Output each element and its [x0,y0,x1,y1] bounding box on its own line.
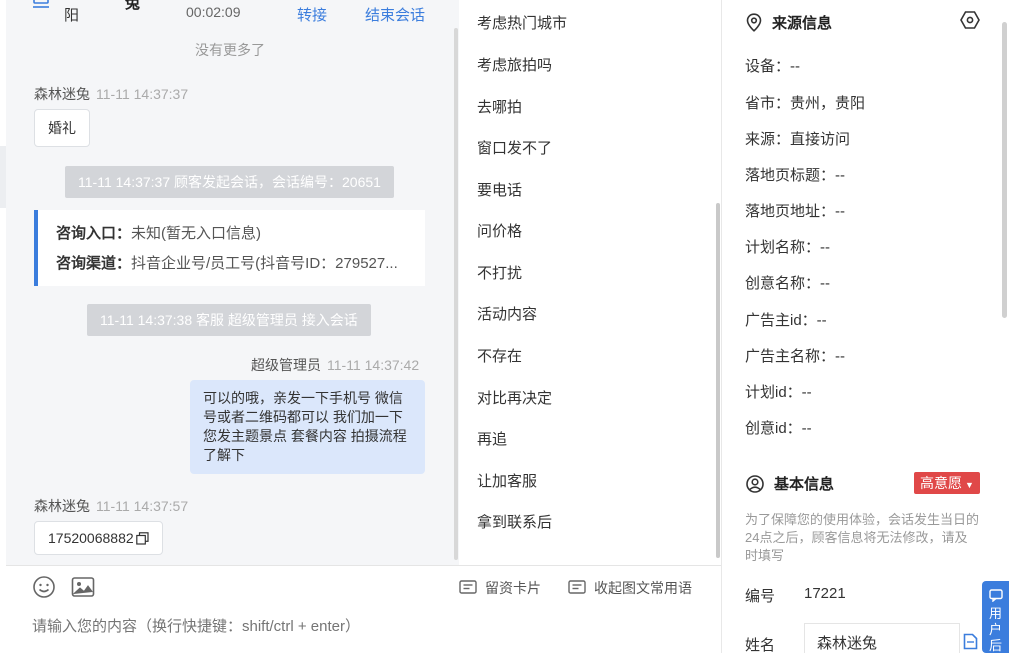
phrase-item[interactable]: 去哪拍 [477,96,522,117]
phone-number-text: 17520068882 [48,530,134,546]
end-session-button[interactable]: 结束会话 [365,4,425,25]
system-message: 11-11 14:37:37 顾客发起会话，会话编号：20651 [65,166,394,198]
source-info-title: 来源信息 [772,15,833,32]
message-template-icon [568,580,586,594]
entry-label: 咨询入口： [56,225,132,242]
province-field: 省市：贵州，贵阳 [745,95,866,112]
basic-info-title: 基本信息 [774,476,835,493]
phrase-item[interactable]: 再追 [477,428,507,449]
phrases-scrollbar[interactable] [716,203,720,558]
edit-notice: 为了保障您的使用体验，会话发生当日的24点之后，顾客信息将无法修改，请及时填写 [745,512,980,563]
landing-url-field: 落地页地址：-- [745,203,845,220]
customer-name-fragment: 阳 [64,7,80,24]
phrase-item[interactable]: 考虑热门城市 [477,12,567,33]
phrase-item[interactable]: 拿到联系后 [477,511,552,532]
message-time: 11-11 14:37:57 [96,498,189,514]
phrase-item[interactable]: 不打扰 [477,262,522,283]
creative-id-field: 创意id：-- [745,420,812,437]
quick-phrases-panel: 考虑热门城市 考虑旅拍吗 去哪拍 窗口发不了 要电话 问价格 不打扰 活动内容 … [459,0,721,565]
creative-name-field: 创意名称：-- [745,275,830,292]
smile-icon[interactable] [32,575,56,599]
phrase-item[interactable]: 要电话 [477,179,522,200]
phrase-item[interactable]: 不存在 [477,345,522,366]
advertiser-name-field: 广告主名称：-- [745,348,845,365]
device-field: 设备：-- [745,58,800,75]
customer-message-bubble: 17520068882 [34,521,163,555]
entry-value: 未知(暂无入口信息) [131,225,262,242]
plan-name-field: 计划名称：-- [745,239,830,256]
agent-message-bubble: 可以的哦，亲发一下手机号 微信号或者二维码都可以 我们加一下您发主题景点 套餐内… [190,380,425,474]
landing-title-field: 落地页标题：-- [745,167,845,184]
message-sender: 森林迷兔 11-11 14:37:37 [34,84,188,104]
customer-info-panel: 来源信息 设备：-- 省市：贵州，贵阳 来源：直接访问 落地页标题：-- 落地页… [722,0,1009,653]
customer-name-truncated: 兔 [125,0,141,12]
transfer-button[interactable]: 转接 [297,4,327,25]
phrase-item[interactable]: 窗口发不了 [477,137,552,158]
image-icon[interactable] [71,575,95,599]
lead-card-button[interactable]: 留资卡片 [459,578,541,598]
name-label: 姓名 [745,637,776,653]
entry-info-card: 咨询入口：未知(暂无入口信息) 咨询渠道：抖音企业号/员工号(抖音号ID：279… [34,210,425,286]
collapse-phrases-button[interactable]: 收起图文常用语 [568,578,692,598]
user-profile-tab-label: 用户后 [989,606,1003,653]
channel-label: 咨询渠道： [56,255,132,272]
intent-tag-label: 高意愿 [920,475,962,491]
id-label: 编号 [745,588,776,605]
monitor-icon [33,0,49,8]
composer-area: 留资卡片 收起图文常用语 [6,565,721,653]
plan-id-field: 计划id：-- [745,384,812,401]
basic-info-header: 基本信息 [746,473,834,494]
phrase-item[interactable]: 活动内容 [477,303,537,324]
chat-scrollbar[interactable] [454,28,458,560]
message-sender: 森林迷兔 11-11 14:37:57 [34,496,188,516]
caret-down-icon: ▼ [965,480,974,490]
lead-card-label: 留资卡片 [485,580,541,596]
card-icon [459,580,477,594]
system-message: 11-11 14:37:38 客服 超级管理员 接入会话 [87,304,371,336]
message-time: 11-11 14:37:37 [96,86,189,102]
settings-hexagon-icon[interactable] [960,11,980,29]
no-more-indicator: 没有更多了 [195,42,265,58]
channel-value: 抖音企业号/员工号(抖音号ID：279527... [131,255,398,272]
phrase-item[interactable]: 让加客服 [477,470,537,491]
location-pin-icon [746,13,762,32]
sender-name: 森林迷兔 [34,498,90,514]
source-info-header: 来源信息 [746,12,832,33]
collapse-phrases-label: 收起图文常用语 [594,580,692,596]
customer-message-bubble: 婚礼 [34,109,90,147]
chat-panel: 阳 兔 00:02:09 转接 结束会话 没有更多了 森林迷兔 11-11 14:… [6,0,459,565]
entry-channel-row: 咨询渠道：抖音企业号/员工号(抖音号ID：279527... [56,252,406,273]
origin-field: 来源：直接访问 [745,131,851,148]
session-duration: 00:02:09 [186,4,241,20]
chat-icon [989,589,1003,603]
message-sender: 超级管理员 11-11 14:37:42 [251,355,419,375]
phrase-item[interactable]: 对比再决定 [477,387,552,408]
document-icon[interactable] [963,633,978,650]
message-time: 11-11 14:37:42 [327,357,420,373]
user-profile-tab[interactable]: 用户后 [982,581,1009,653]
phrase-item[interactable]: 问价格 [477,220,522,241]
id-value: 17221 [804,585,846,602]
advertiser-id-field: 广告主id：-- [745,312,827,329]
copy-icon[interactable] [135,531,149,545]
message-input[interactable] [32,618,682,635]
chat-header: 阳 兔 00:02:09 转接 结束会话 [6,0,459,26]
info-scrollbar[interactable] [1002,22,1007,318]
name-input[interactable]: 森林迷兔 [804,623,960,653]
user-circle-icon [746,474,764,493]
entry-source-row: 咨询入口：未知(暂无入口信息) [56,222,406,243]
intent-dropdown[interactable]: 高意愿 ▼ [914,472,980,494]
sender-name: 超级管理员 [251,357,321,373]
sender-name: 森林迷兔 [34,86,90,102]
phrase-item[interactable]: 考虑旅拍吗 [477,54,552,75]
